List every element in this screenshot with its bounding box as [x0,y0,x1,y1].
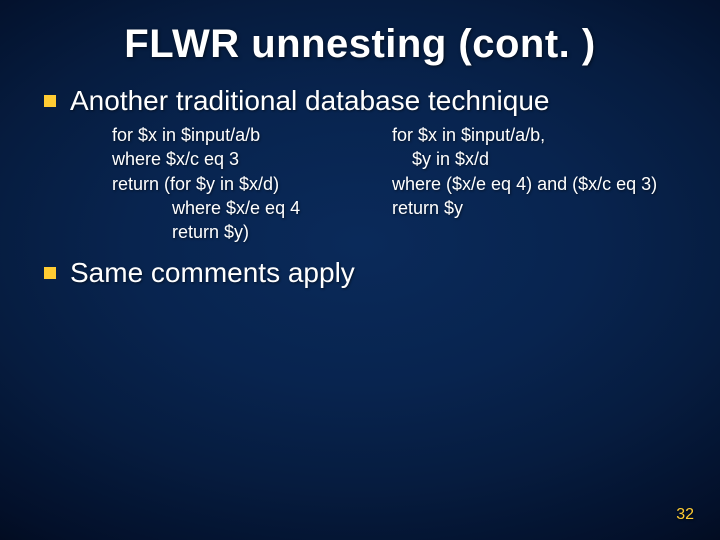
slide: FLWR unnesting (cont. ) Another traditio… [0,0,720,540]
square-bullet-icon [44,267,56,279]
code-right: for $x in $input/a/b, $y in $x/d where (… [392,123,680,244]
code-left: for $x in $input/a/b where $x/c eq 3 ret… [112,123,392,244]
page-number: 32 [676,506,694,524]
bullet-text-2: Same comments apply [70,257,355,289]
slide-body: Another traditional database technique f… [0,67,720,289]
slide-title: FLWR unnesting (cont. ) [0,0,720,67]
square-bullet-icon [44,95,56,107]
code-columns: for $x in $input/a/b where $x/c eq 3 ret… [112,123,680,244]
bullet-text-1: Another traditional database technique [70,85,549,117]
bullet-item-1: Another traditional database technique [44,85,680,117]
bullet-item-2: Same comments apply [44,257,680,289]
